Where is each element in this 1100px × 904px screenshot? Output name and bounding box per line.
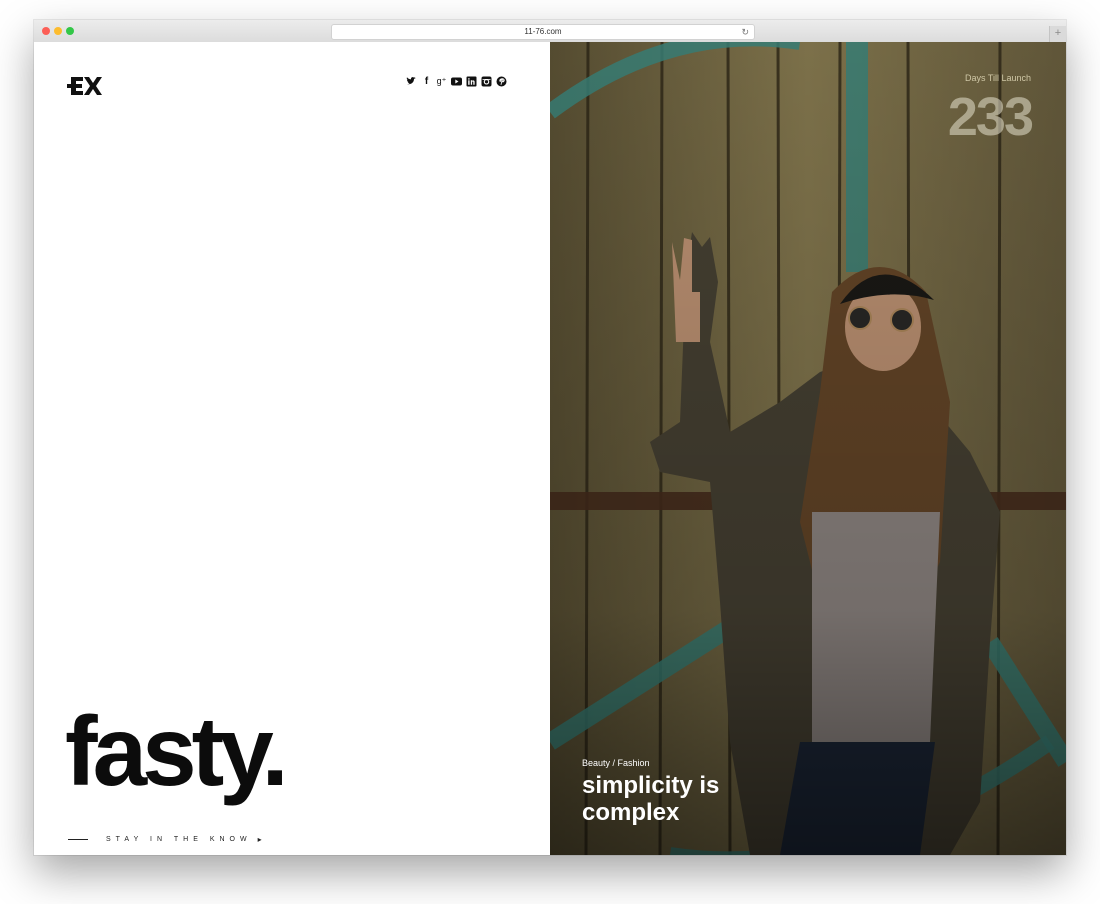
address-bar[interactable]: 11-76.com ↻ xyxy=(331,24,755,40)
browser-window: 11-76.com ↻ + f g⁺ fasty. STAY IN THE KN… xyxy=(34,20,1066,855)
facebook-icon[interactable]: f xyxy=(421,76,432,87)
close-window-button[interactable] xyxy=(42,27,50,35)
twitter-icon[interactable] xyxy=(406,76,417,87)
hero-panel: Days Till Launch 233 Beauty / Fashion si… xyxy=(550,42,1066,855)
brand-wordmark: fasty. xyxy=(65,696,289,806)
site-logo[interactable] xyxy=(67,74,103,98)
arrow-right-icon: ▸ xyxy=(257,835,262,844)
instagram-icon[interactable] xyxy=(481,76,492,87)
days-counter: 233 xyxy=(947,87,1034,147)
divider-line xyxy=(68,839,88,840)
pinterest-icon[interactable] xyxy=(496,76,507,87)
logo-mark xyxy=(67,77,102,95)
stay-label: STAY IN THE KNOW xyxy=(106,836,252,843)
social-links: f g⁺ xyxy=(406,75,507,87)
browser-titlebar: 11-76.com ↻ + xyxy=(34,20,1066,43)
new-tab-button[interactable]: + xyxy=(1049,26,1066,42)
headline-line-2: complex xyxy=(582,799,680,826)
linkedin-icon[interactable] xyxy=(466,76,477,87)
days-label: Days Till Launch xyxy=(964,73,1031,83)
post-headline[interactable]: simplicity is complex xyxy=(582,772,802,826)
left-panel: f g⁺ fasty. STAY IN THE KNOW ▸ xyxy=(34,42,550,855)
headline-line-1: simplicity is xyxy=(582,772,720,799)
youtube-icon[interactable] xyxy=(451,76,462,87)
zoom-window-button[interactable] xyxy=(66,27,74,35)
hero-photo xyxy=(550,42,1066,855)
minimize-window-button[interactable] xyxy=(54,27,62,35)
stay-in-the-know-link[interactable]: STAY IN THE KNOW ▸ xyxy=(68,835,262,844)
post-category[interactable]: Beauty / Fashion xyxy=(582,758,650,768)
url-text: 11-76.com xyxy=(524,27,562,36)
reload-icon[interactable]: ↻ xyxy=(741,25,749,39)
google-plus-icon[interactable]: g⁺ xyxy=(436,76,447,87)
